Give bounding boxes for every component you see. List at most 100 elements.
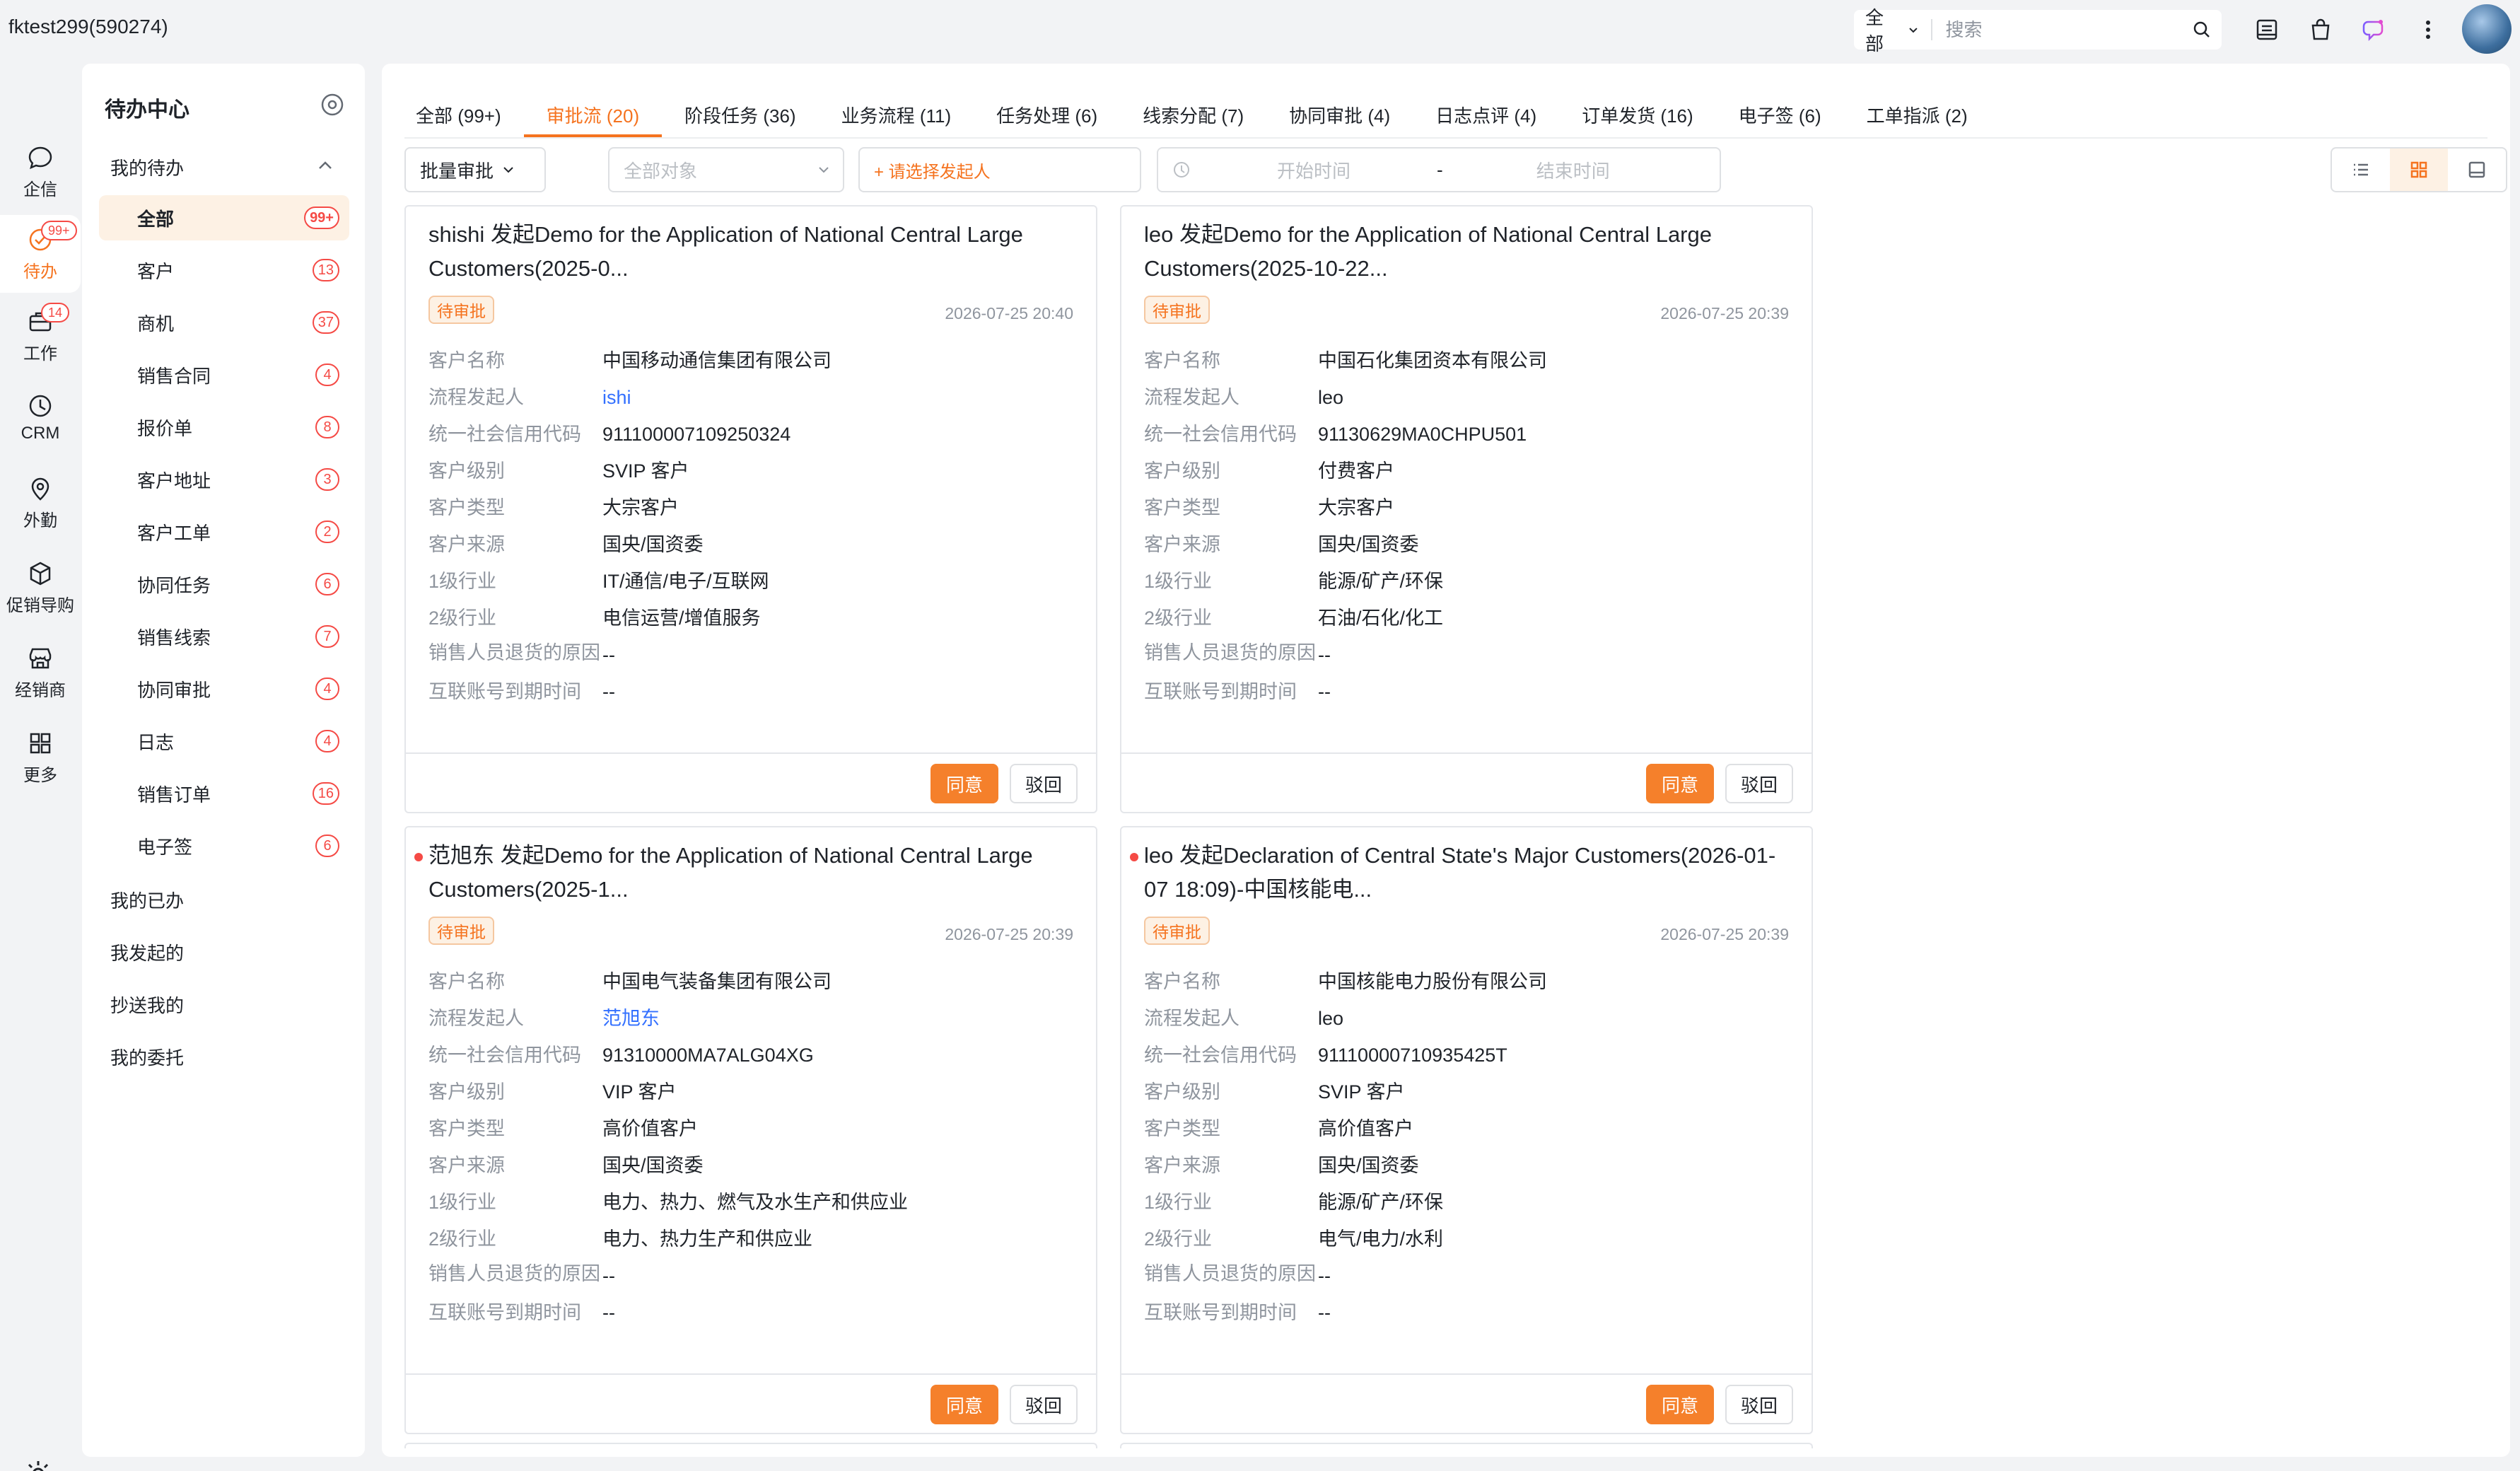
card-title[interactable]: 范旭东 发起Demo for the Application of Nation…	[428, 839, 1065, 907]
reject-button[interactable]: 驳回	[1010, 1385, 1078, 1424]
tab[interactable]: 线索分配 (7)	[1120, 98, 1266, 137]
card-view-button[interactable]	[2390, 149, 2448, 191]
group-cc[interactable]: 抄送我的	[110, 992, 184, 1018]
agree-button[interactable]: 同意	[931, 1385, 998, 1424]
card-footer: 同意 驳回	[1121, 1373, 1812, 1433]
field-label: 1级行业	[1144, 571, 1213, 592]
search-icon[interactable]	[2182, 10, 2222, 50]
rail-item-more[interactable]: 更多	[0, 719, 81, 796]
field-row: 统一社会信用代码 91110000710935425T	[1144, 1037, 1795, 1074]
field-label: 统一社会信用代码	[428, 1045, 581, 1066]
rail-item-work[interactable]: 工作 14	[0, 297, 81, 375]
tab[interactable]: 电子签 (6)	[1716, 98, 1844, 137]
sidebar-item[interactable]: 全部 99+	[99, 195, 349, 240]
end-time-placeholder[interactable]: 结束时间	[1536, 157, 1610, 183]
tab[interactable]: 工单指派 (2)	[1844, 98, 1990, 137]
sidebar-item[interactable]: 协同任务 6	[99, 562, 349, 607]
tab[interactable]: 阶段任务 (36)	[662, 98, 818, 137]
chevron-up-icon[interactable]	[315, 156, 335, 175]
reject-button[interactable]: 驳回	[1725, 1385, 1793, 1424]
sidebar-item[interactable]: 电子签 6	[99, 823, 349, 868]
approval-card[interactable]: leo 发起Demo for the Application of Nation…	[1120, 205, 1813, 813]
rail-item-dealer[interactable]: 经销商	[0, 634, 81, 711]
notes-icon[interactable]	[2250, 13, 2284, 47]
rail-item-crm[interactable]: CRM	[0, 379, 81, 457]
field-value: --	[602, 644, 615, 665]
approval-card[interactable]: 范旭东 发起Demo for the Application of Nation…	[404, 826, 1097, 1434]
rail-label: 外勤	[23, 511, 57, 530]
field-row: 客户级别 VIP 客户	[428, 1074, 1079, 1110]
sidebar-item[interactable]: 协同审批 4	[99, 666, 349, 711]
todo-sidebar: 待办中心 我的待办 全部 99+ 客户 13 商机 37 销售合同 4 报价单 8 客户地址 3 客户工…	[82, 64, 365, 1457]
field-label: 客户名称	[428, 350, 505, 371]
date-range-picker[interactable]: 开始时间 - 结束时间	[1157, 147, 1721, 192]
group-my-todo[interactable]: 我的待办	[110, 154, 184, 180]
agree-button[interactable]: 同意	[1646, 764, 1714, 803]
tab[interactable]: 审批流 (20)	[523, 98, 663, 137]
group-done[interactable]: 我的已办	[110, 887, 184, 913]
tab[interactable]: 全部 (99+)	[416, 98, 524, 137]
sidebar-item[interactable]: 销售订单 16	[99, 771, 349, 816]
field-row: 销售人员退货的原因 --	[428, 636, 1079, 673]
search-input[interactable]	[1932, 18, 2183, 41]
reject-button[interactable]: 驳回	[1010, 764, 1078, 803]
tab[interactable]: 业务流程 (11)	[819, 98, 974, 137]
start-time-placeholder[interactable]: 开始时间	[1277, 157, 1351, 183]
view-switch	[2331, 147, 2507, 192]
card-title[interactable]: leo 发起Demo for the Application of Nation…	[1144, 218, 1780, 286]
field-value: 高价值客户	[602, 1118, 698, 1139]
count-badge: 13	[312, 259, 339, 281]
rail-item-field[interactable]: 外勤	[0, 464, 81, 542]
approval-card[interactable]: shishi 发起Demo for the Application of Nat…	[404, 205, 1097, 813]
rail-item-promo[interactable]: 促销导购	[0, 549, 81, 627]
reject-button[interactable]: 驳回	[1725, 764, 1793, 803]
field-value: 高价值客户	[1318, 1118, 1413, 1139]
sidebar-item[interactable]: 客户 13	[99, 248, 349, 293]
sidebar-item[interactable]: 报价单 8	[99, 405, 349, 450]
sidebar-item[interactable]: 商机 37	[99, 300, 349, 345]
agree-button[interactable]: 同意	[931, 764, 998, 803]
rail-item-todo[interactable]: 待办 99+	[0, 215, 81, 293]
card-footer: 同意 驳回	[406, 752, 1096, 812]
next-card-edge	[1120, 1443, 1813, 1448]
field-label: 2级行业	[428, 1228, 497, 1250]
tabs-divider	[404, 137, 2487, 139]
settings-gear-icon[interactable]	[23, 1458, 54, 1471]
group-delegated[interactable]: 我的委托	[110, 1044, 184, 1070]
sidebar-item[interactable]: 销售线索 7	[99, 614, 349, 659]
list-view-button[interactable]	[2332, 149, 2390, 191]
approval-card[interactable]: leo 发起Declaration of Central State's Maj…	[1120, 826, 1813, 1434]
agree-button[interactable]: 同意	[1646, 1385, 1714, 1424]
field-row: 统一社会信用代码 91310000MA7ALG04XG	[428, 1037, 1079, 1074]
card-title[interactable]: leo 发起Declaration of Central State's Maj…	[1144, 839, 1780, 907]
tab[interactable]: 任务处理 (6)	[974, 98, 1120, 137]
settings-icon[interactable]	[320, 92, 345, 117]
field-row: 互联账号到期时间 --	[428, 673, 1079, 710]
field-row: 1级行业 IT/通信/电子/互联网	[428, 563, 1079, 600]
ai-assistant-icon[interactable]	[2357, 13, 2391, 47]
sidebar-item[interactable]: 日志 4	[99, 719, 349, 764]
initiator-select[interactable]: + 请选择发起人	[858, 147, 1141, 192]
field-value: --	[1318, 1265, 1331, 1286]
batch-approve-dropdown[interactable]: 批量审批	[404, 147, 546, 192]
field-label: 销售人员退货的原因	[1144, 1263, 1316, 1284]
sidebar-item[interactable]: 销售合同 4	[99, 352, 349, 397]
tab[interactable]: 协同审批 (4)	[1266, 98, 1413, 137]
todo-badge: 99+	[41, 221, 77, 240]
object-select[interactable]: 全部对象	[608, 147, 844, 192]
shopping-bag-icon[interactable]	[2304, 13, 2338, 47]
tab[interactable]: 订单发货 (16)	[1559, 98, 1715, 137]
sidebar-item[interactable]: 客户地址 3	[99, 457, 349, 502]
search-scope-dropdown[interactable]: 全部	[1854, 7, 1933, 54]
avatar[interactable]	[2462, 4, 2512, 54]
card-title[interactable]: shishi 发起Demo for the Application of Nat…	[428, 218, 1065, 286]
sidebar-item[interactable]: 客户工单 2	[99, 509, 349, 554]
rail-item-qixin[interactable]: 企信	[0, 133, 81, 211]
detail-view-button[interactable]	[2448, 149, 2506, 191]
more-vertical-icon[interactable]	[2411, 13, 2445, 47]
field-value[interactable]: ishi	[602, 379, 631, 416]
tab[interactable]: 日志点评 (4)	[1413, 98, 1559, 137]
group-initiated[interactable]: 我发起的	[110, 939, 184, 965]
field-value: 91110000710935425T	[1318, 1045, 1507, 1066]
field-value[interactable]: 范旭东	[602, 1000, 660, 1037]
